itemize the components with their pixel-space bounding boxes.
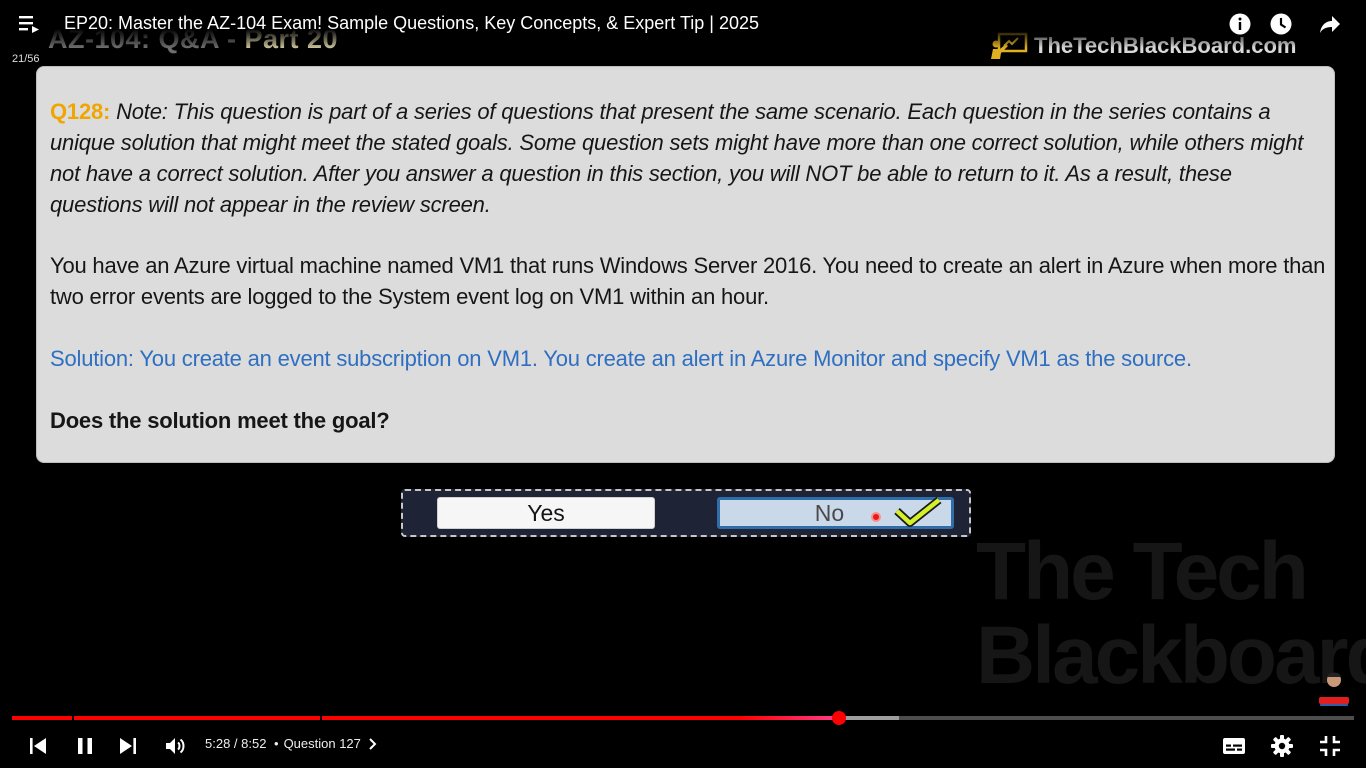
question-card: Q128: Note: This question is part of a s… [36, 66, 1335, 463]
time-display: 5:28 / 8:52 [205, 736, 267, 751]
chevron-right-icon [369, 737, 377, 750]
chapter-separator: • [274, 736, 279, 751]
yes-answer-button[interactable]: Yes [437, 497, 655, 529]
pause-icon[interactable] [73, 734, 97, 758]
chapter-divider [320, 716, 322, 720]
progress-bar[interactable] [12, 716, 1354, 720]
player-controls: 5:28 / 8:52 • Question 127 [0, 726, 1366, 768]
skip-next-icon[interactable] [116, 734, 140, 758]
playlist-icon[interactable] [18, 14, 40, 34]
no-label: No [814, 499, 845, 526]
video-title[interactable]: EP20: Master the AZ-104 Exam! Sample Que… [64, 13, 759, 34]
playlist-counter: 21/56 [12, 53, 40, 65]
watermark: The Tech Blackboard [976, 526, 1366, 701]
top-bar: EP20: Master the AZ-104 Exam! Sample Que… [0, 0, 1366, 48]
question-prompt: Does the solution meet the goal? [50, 408, 390, 433]
subtitles-icon[interactable] [1222, 734, 1246, 758]
yes-label: Yes [527, 499, 565, 526]
chapter-title[interactable]: • Question 127 [274, 736, 379, 751]
exit-fullscreen-icon[interactable] [1318, 734, 1342, 758]
volume-icon[interactable] [163, 734, 187, 758]
question-scenario: You have an Azure virtual machine named … [50, 253, 1326, 309]
watermark-line-1: The Tech [976, 526, 1309, 617]
question-note: Q128: Note: This question is part of a s… [50, 96, 1330, 220]
gear-icon[interactable] [1270, 734, 1294, 758]
channel-avatar[interactable] [1316, 668, 1352, 706]
answer-options: Yes No [401, 489, 971, 537]
question-number: Q128: [50, 99, 111, 124]
skip-previous-icon[interactable] [26, 734, 50, 758]
chapter-divider [72, 716, 74, 720]
note-text: Note: This question is part of a series … [50, 99, 1304, 217]
info-icon[interactable] [1228, 12, 1252, 36]
progress-played [12, 716, 839, 720]
clock-icon[interactable] [1269, 12, 1293, 36]
progress-scrubber[interactable] [832, 711, 846, 725]
check-icon [894, 496, 942, 527]
chapter-label: Question 127 [283, 736, 361, 751]
cursor-highlight [871, 512, 881, 522]
share-icon[interactable] [1318, 12, 1342, 36]
watermark-line-2: Blackboard [976, 610, 1366, 701]
question-solution: Solution: You create an event subscripti… [50, 346, 1192, 371]
